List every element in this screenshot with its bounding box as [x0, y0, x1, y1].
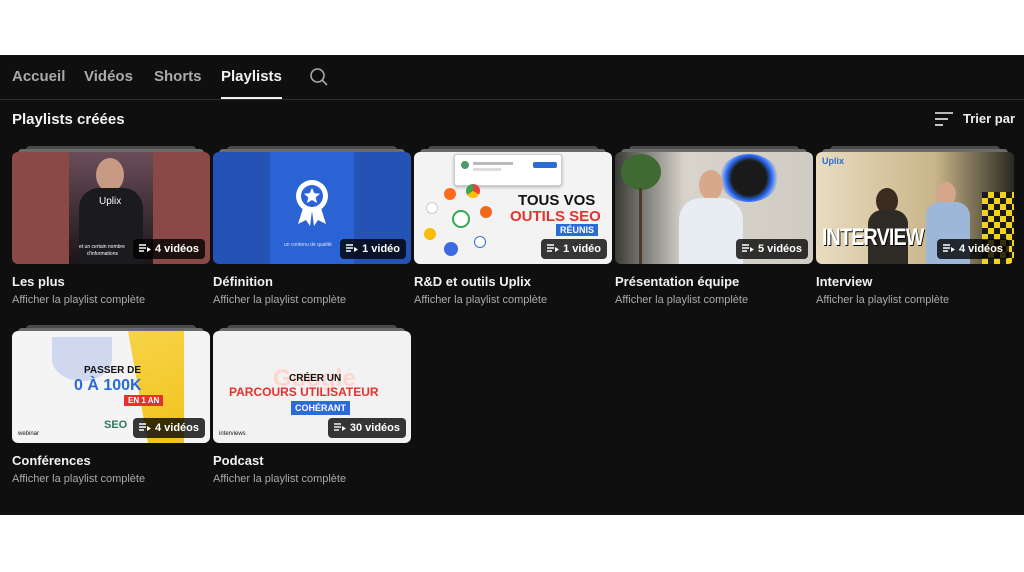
- video-count-badge: 4 vidéos: [132, 418, 205, 438]
- playlist-icon: [138, 243, 151, 256]
- playlist-icon: [346, 243, 359, 256]
- playlist-title[interactable]: Interview: [816, 274, 872, 289]
- person-body: [679, 198, 743, 264]
- playlist-thumbnail[interactable]: Google CRÉER UN PARCOURS UTILISATEUR COH…: [213, 331, 411, 443]
- video-count-badge: 1 vidéo: [541, 239, 607, 259]
- person-head: [96, 158, 124, 192]
- logo-bubble: [466, 184, 480, 198]
- thumb-text-tag: EN 1 AN: [124, 395, 164, 406]
- logo-bubble: [474, 236, 486, 248]
- logo-bubble: [480, 206, 492, 218]
- thumb-text-headline: OUTILS SEO: [510, 208, 601, 225]
- section-title: Playlists créées: [12, 111, 125, 128]
- video-count-badge: 1 vidéo: [340, 239, 406, 259]
- playlist-icon: [547, 243, 560, 256]
- sort-label: Trier par: [963, 111, 1016, 126]
- thumb-text-label: interviews: [219, 431, 246, 437]
- view-full-playlist-link[interactable]: Afficher la playlist complète: [12, 473, 145, 485]
- playlist-thumbnail[interactable]: PASSER DE 0 À 100K EN 1 AN SEO webinar 4…: [12, 331, 210, 443]
- video-count: 4 vidéos: [154, 422, 199, 434]
- thumb-text-headline: PARCOURS UTILISATEUR: [229, 385, 379, 399]
- view-full-playlist-link[interactable]: Afficher la playlist complète: [615, 294, 748, 306]
- thumb-text-headline: 0 À 100K: [74, 377, 142, 394]
- thumb-text-brand: Uplix: [822, 156, 845, 166]
- channel-playlists-page: Accueil Vidéos Shorts Playlists Playlist…: [0, 55, 1024, 515]
- plant-shape: [621, 154, 661, 190]
- logo-bubble: [424, 228, 436, 240]
- search-icon[interactable]: [309, 67, 329, 87]
- video-count: 30 vidéos: [349, 422, 400, 434]
- playlist-title[interactable]: Les plus: [12, 274, 65, 289]
- playlist-thumbnail[interactable]: Uplix et un certain nombre d'information…: [12, 152, 210, 264]
- view-full-playlist-link[interactable]: Afficher la playlist complète: [12, 294, 145, 306]
- playlist-icon: [333, 422, 346, 435]
- playlist-thumbnail[interactable]: 5 vidéos: [615, 152, 813, 264]
- logo-bubble: [444, 188, 456, 200]
- tab-playlists[interactable]: Playlists: [221, 68, 282, 99]
- video-count-badge: 4 vidéos: [132, 239, 205, 259]
- thumb-text-label: webinar: [18, 431, 40, 437]
- tab-videos[interactable]: Vidéos: [84, 68, 133, 85]
- playlist-thumbnail[interactable]: un contenu de qualité 1 vidéo: [213, 152, 411, 264]
- thumb-text-headline: INTERVIEW: [822, 224, 924, 251]
- thumb-text-headline: PASSER DE: [84, 365, 142, 376]
- person-head: [699, 170, 723, 200]
- playlist-title[interactable]: Présentation équipe: [615, 274, 739, 289]
- thumb-text-headline: CRÉER UN: [289, 373, 342, 384]
- plant-stem: [639, 188, 642, 264]
- playlist-title[interactable]: Podcast: [213, 453, 264, 468]
- tab-shorts[interactable]: Shorts: [154, 68, 202, 85]
- thumb-text-brand: Uplix: [99, 196, 122, 207]
- video-count: 4 vidéos: [154, 243, 199, 255]
- thumb-text-headline: TOUS VOS: [518, 192, 596, 209]
- video-count: 5 vidéos: [757, 243, 802, 255]
- playlist-icon: [942, 243, 955, 256]
- playlist-title[interactable]: Définition: [213, 274, 273, 289]
- thumb-text-tag: COHÉRANT: [291, 401, 350, 415]
- channel-tabs: Accueil Vidéos Shorts Playlists: [0, 55, 1024, 100]
- view-full-playlist-link[interactable]: Afficher la playlist complète: [816, 294, 949, 306]
- thumb-text-caption: et un certain nombre: [79, 244, 125, 250]
- playlist-icon: [741, 243, 754, 256]
- playlist-thumbnail[interactable]: Uplix INTERVIEW 4 vidéos: [816, 152, 1014, 264]
- view-full-playlist-link[interactable]: Afficher la playlist complète: [414, 294, 547, 306]
- view-full-playlist-link[interactable]: Afficher la playlist complète: [213, 294, 346, 306]
- playlist-title[interactable]: R&D et outils Uplix: [414, 274, 531, 289]
- thumb-text-caption: d'informations: [87, 251, 118, 257]
- video-count-badge: 30 vidéos: [327, 418, 406, 438]
- video-count: 4 vidéos: [958, 243, 1003, 255]
- playlist-title[interactable]: Conférences: [12, 453, 91, 468]
- thumb-text-logo: SEO: [104, 419, 128, 431]
- browser-window-graphic: [454, 154, 562, 186]
- thumb-text-caption: un contenu de qualité: [284, 242, 332, 248]
- logo-bubble: [452, 210, 470, 228]
- tab-accueil[interactable]: Accueil: [12, 68, 65, 85]
- wall-light: [719, 154, 779, 202]
- playlist-icon: [138, 422, 151, 435]
- logo-bubble: [426, 202, 438, 214]
- view-full-playlist-link[interactable]: Afficher la playlist complète: [213, 473, 346, 485]
- sort-icon: [934, 111, 954, 127]
- thumb-text-tag: RÉUNIS: [556, 224, 599, 236]
- video-count: 1 vidéo: [563, 243, 601, 255]
- logo-bubble: [444, 242, 458, 256]
- playlist-thumbnail[interactable]: TOUS VOS OUTILS SEO RÉUNIS 1 vidéo: [414, 152, 612, 264]
- award-badge-icon: [293, 178, 331, 226]
- video-count-badge: 4 vidéos: [936, 239, 1009, 259]
- video-count: 1 vidéo: [362, 243, 400, 255]
- video-count-badge: 5 vidéos: [735, 239, 808, 259]
